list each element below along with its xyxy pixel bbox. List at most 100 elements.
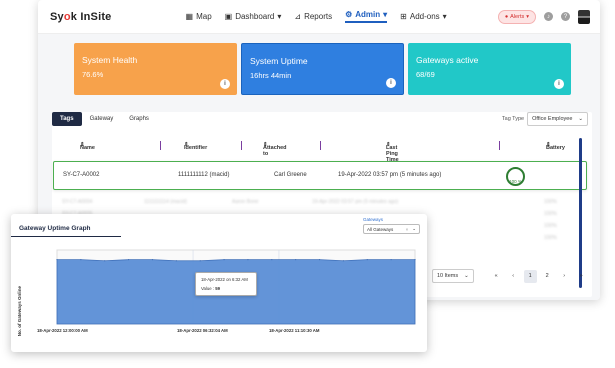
data-point[interactable] bbox=[199, 260, 201, 262]
data-point[interactable] bbox=[390, 259, 392, 261]
card-system-uptime: System Uptime 16hrs 44min i bbox=[241, 43, 404, 95]
per-page-value: 10 Items bbox=[437, 273, 459, 279]
cell-battery: 100% bbox=[544, 199, 557, 205]
card-value: 76.6% bbox=[82, 70, 104, 79]
column-divider bbox=[241, 141, 242, 150]
col-identifier[interactable]: Identifier ⇕ bbox=[184, 142, 207, 151]
nav-admin-label: Admin bbox=[355, 10, 381, 19]
cell-identifier: 1111111114 (macid) bbox=[144, 199, 187, 205]
tab-graphs[interactable]: Graphs bbox=[121, 112, 157, 126]
data-point[interactable] bbox=[414, 259, 416, 261]
table-row[interactable]: SY-C7-A0004 1111111114 (macid) Aaron Bon… bbox=[62, 199, 582, 211]
data-point[interactable] bbox=[271, 259, 273, 261]
chevron-down-icon: ⌄ bbox=[412, 226, 416, 231]
prev-page-button[interactable]: ‹ bbox=[507, 270, 520, 283]
pagination: 10 Items ⌄ « ‹ 1 2 › » bbox=[432, 269, 588, 283]
battery-gauge: 100 % bbox=[506, 167, 525, 186]
col-name[interactable]: Name ⇕ bbox=[80, 142, 95, 151]
gateways-select[interactable]: All Gateways × ⌄ bbox=[363, 224, 420, 234]
logo-suffix: k InSite bbox=[70, 10, 112, 23]
table-row-highlighted[interactable]: SY-C7-A0002 1111111112 (macid) Carl Gree… bbox=[53, 161, 587, 190]
data-point[interactable] bbox=[223, 259, 225, 261]
card-title: Gateways active bbox=[416, 55, 479, 65]
data-point[interactable] bbox=[151, 259, 154, 261]
scrollbar[interactable] bbox=[579, 138, 582, 288]
page-1-button[interactable]: 1 bbox=[523, 269, 537, 283]
x-tick-label: 18-Apr-2022 12:00:00 AM bbox=[37, 328, 88, 333]
col-name-label: Name bbox=[80, 145, 95, 151]
nav-right: ● Alerts ▾ ♪ ? bbox=[497, 9, 590, 24]
uptime-graph-card: Gateway Uptime Graph Gateways All Gatewa… bbox=[11, 214, 427, 352]
col-last-ping[interactable]: Last Ping Time ⇕ bbox=[386, 142, 399, 163]
x-tick-label: 18-Apr-2022 06:32:04 AM bbox=[177, 328, 228, 333]
data-point[interactable] bbox=[128, 259, 130, 261]
nav-reports[interactable]: ⊿ Reports bbox=[294, 12, 332, 21]
stat-cards: System Health 76.6% i System Uptime 16hr… bbox=[74, 43, 571, 95]
help-icon[interactable]: ? bbox=[561, 12, 570, 21]
addons-icon: ⊞ bbox=[400, 12, 407, 21]
nav-reports-label: Reports bbox=[304, 12, 333, 21]
nav-map[interactable]: ▦ Map bbox=[186, 12, 212, 21]
bell-icon[interactable]: ♪ bbox=[544, 12, 553, 21]
cell-battery: 100% bbox=[544, 211, 557, 217]
chevron-down-icon: ⌄ bbox=[578, 116, 583, 122]
next-page-button[interactable]: › bbox=[558, 270, 571, 283]
cell-name: SY-C7-A0002 bbox=[63, 172, 100, 178]
battery-value: 100 % bbox=[509, 179, 522, 184]
info-icon[interactable]: i bbox=[220, 79, 230, 89]
chart-tooltip: 18-Apr-2022 on 6:32 AM Value : 59 bbox=[195, 272, 257, 296]
tab-tags[interactable]: Tags bbox=[52, 112, 82, 126]
alerts-label: Alerts bbox=[510, 13, 525, 20]
data-point[interactable] bbox=[295, 259, 297, 261]
data-point[interactable] bbox=[56, 259, 58, 261]
nav-map-label: Map bbox=[196, 12, 212, 21]
y-axis-label: No. of Gateways Online bbox=[17, 286, 22, 337]
avatar[interactable] bbox=[578, 9, 590, 24]
data-point[interactable] bbox=[104, 260, 106, 262]
last-page-button[interactable]: » bbox=[575, 270, 588, 283]
alerts-button[interactable]: ● Alerts ▾ bbox=[497, 9, 536, 24]
tooltip-value-label: Value bbox=[201, 286, 212, 291]
data-point[interactable] bbox=[366, 259, 368, 261]
tab-gateway[interactable]: Gateway bbox=[82, 112, 122, 126]
gateways-label: Gateways bbox=[363, 217, 384, 222]
col-identifier-label: Identifier bbox=[184, 145, 208, 151]
info-icon[interactable]: i bbox=[554, 79, 564, 89]
tooltip-value-number: 59 bbox=[215, 286, 221, 291]
reports-icon: ⊿ bbox=[294, 12, 302, 21]
data-point[interactable] bbox=[80, 259, 82, 261]
page-2-button[interactable]: 2 bbox=[541, 270, 554, 283]
nav-admin[interactable]: ⚙ Admin ▾ bbox=[345, 10, 388, 23]
title-underline bbox=[11, 236, 121, 237]
tab-bar: Tags Gateway Graphs bbox=[52, 112, 157, 126]
card-system-health: System Health 76.6% i bbox=[74, 43, 237, 95]
data-point[interactable] bbox=[318, 259, 321, 261]
data-point[interactable] bbox=[175, 260, 177, 262]
col-battery[interactable]: Battery ⇕ bbox=[546, 142, 565, 151]
cell-name: SY-C7-A0004 bbox=[62, 199, 93, 205]
column-divider bbox=[499, 141, 500, 150]
tag-type-value: Office Employee bbox=[532, 116, 573, 122]
card-gateways-active: Gateways active 68/69 i bbox=[408, 43, 571, 95]
data-point[interactable] bbox=[247, 259, 249, 261]
nav-addons[interactable]: ⊞ Add-ons ▾ bbox=[400, 12, 447, 21]
tooltip-time: 18-Apr-2022 on 6:32 AM bbox=[201, 277, 248, 282]
card-value: 16hrs 44min bbox=[250, 71, 292, 80]
per-page-select[interactable]: 10 Items ⌄ bbox=[432, 269, 474, 283]
tag-type-select[interactable]: Office Employee ⌄ bbox=[527, 112, 588, 126]
chevron-down-icon: ⌄ bbox=[464, 273, 469, 279]
col-attached-label: Attached to bbox=[263, 145, 287, 157]
graph-title: Gateway Uptime Graph bbox=[19, 225, 91, 232]
tag-type-filter: Tag Type Office Employee ⌄ bbox=[502, 112, 588, 126]
info-icon[interactable]: i bbox=[386, 78, 396, 88]
cell-identifier: 1111111112 (macid) bbox=[178, 172, 230, 178]
data-point[interactable] bbox=[342, 260, 344, 262]
gear-icon: ⚙ bbox=[345, 10, 353, 19]
first-page-button[interactable]: « bbox=[490, 270, 503, 283]
clear-icon[interactable]: × bbox=[406, 227, 409, 232]
nav-dashboard[interactable]: ▣ Dashboard ▾ bbox=[225, 12, 282, 21]
logo-o: o bbox=[63, 10, 71, 23]
logo[interactable]: Syok InSite bbox=[50, 11, 112, 23]
table-header: Name ⇕ Identifier ⇕ Attached to ⇕ Last P… bbox=[52, 139, 577, 163]
col-attached[interactable]: Attached to ⇕ bbox=[263, 142, 287, 157]
